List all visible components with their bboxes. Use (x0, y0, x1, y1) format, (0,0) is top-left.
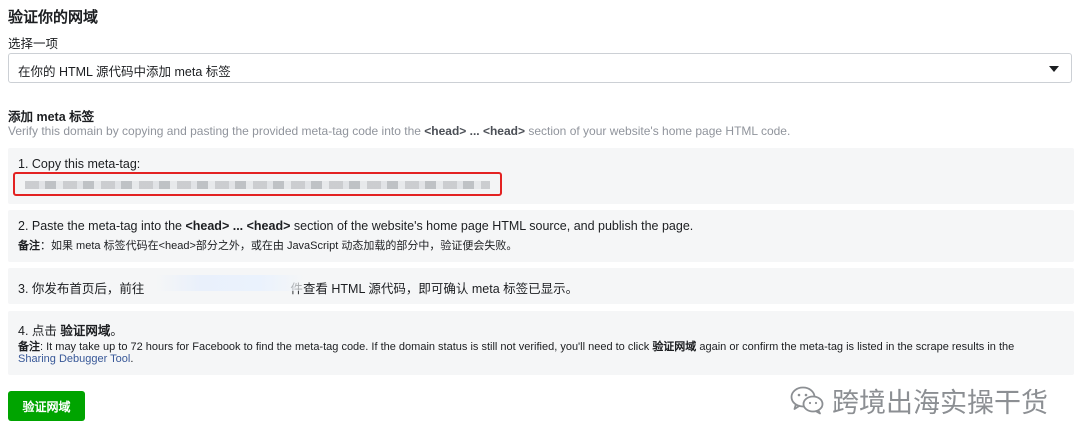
method-select-value: 在你的 HTML 源代码中添加 meta 标签 (18, 65, 231, 79)
meta-tag-code-redacted (25, 181, 490, 189)
method-select[interactable]: 在你的 HTML 源代码中添加 meta 标签 (8, 53, 1072, 83)
step-4-note-line2: Sharing Debugger Tool. (18, 353, 134, 365)
select-label: 选择一项 (8, 37, 59, 51)
step-2-card: 2. Paste the meta-tag into the <head> ..… (8, 210, 1074, 262)
step-2-heading: 2. Paste the meta-tag into the <head> ..… (18, 219, 694, 233)
step-1-card: 1. Copy this meta-tag: (8, 148, 1074, 204)
step-4-card: 4. 点击 验证网域。 备注: It may take up to 72 hou… (8, 311, 1074, 375)
page-title: 验证你的网域 (8, 9, 99, 26)
wechat-icon (790, 386, 824, 415)
watermark-text: 跨境出海实操干货 (832, 387, 1048, 418)
step-1-heading: 1. Copy this meta-tag: (18, 157, 141, 171)
verify-domain-button[interactable]: 验证网域 (8, 391, 85, 421)
watermark: 跨境出海实操干货 (790, 382, 1048, 418)
sharing-debugger-link[interactable]: Sharing Debugger Tool (18, 353, 130, 365)
step-4-heading: 4. 点击 验证网域。 (18, 324, 123, 338)
chevron-down-icon[interactable] (1049, 66, 1059, 72)
meta-tag-code-box[interactable] (13, 172, 502, 196)
redacted-region (156, 275, 304, 291)
step-3-card: 3. 你发布首页后，前往 件查看 HTML 源代码，即可确认 meta 标签已显示… (8, 268, 1074, 304)
section-description: Verify this domain by copying and pastin… (8, 124, 791, 138)
step-4-note: 备注: It may take up to 72 hours for Faceb… (18, 341, 1015, 353)
step-2-note: 备注：如果 meta 标签代码在<head>部分之外，或在由 JavaScrip… (18, 240, 518, 252)
section-title: 添加 meta 标签 (8, 110, 95, 124)
